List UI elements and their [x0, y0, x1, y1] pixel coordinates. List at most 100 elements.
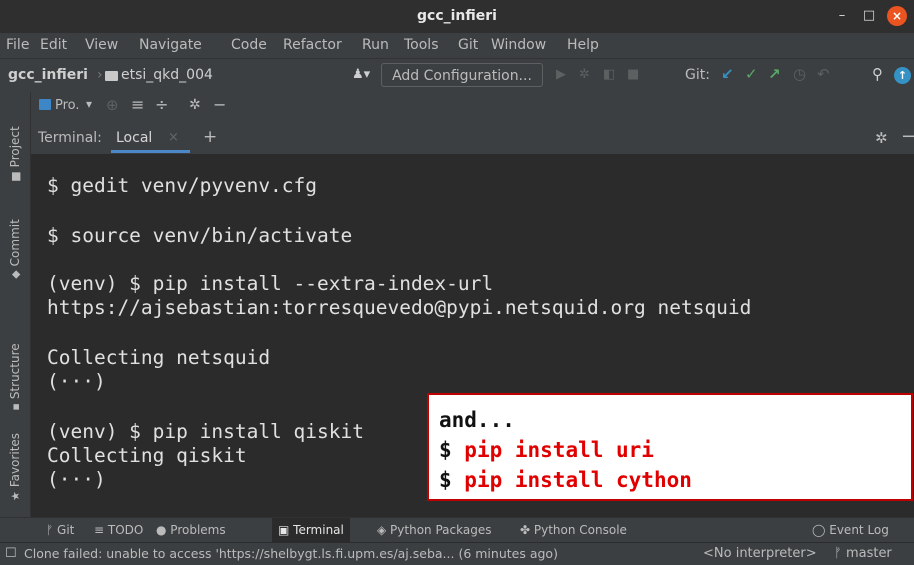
- git-push-icon[interactable]: ↗: [768, 65, 781, 83]
- minimize-button[interactable]: –: [832, 6, 852, 26]
- terminal-line: Collecting qiskit: [47, 444, 247, 467]
- coverage-icon[interactable]: ◧: [603, 67, 615, 82]
- chevron-down-icon[interactable]: ▾: [86, 97, 92, 111]
- close-button[interactable]: ×: [887, 6, 907, 26]
- left-tool-strip: ■ Project ◆ Commit ▪ Structure ★ Favorites: [0, 92, 31, 517]
- callout-line-3: $ pip install cython: [439, 468, 692, 492]
- tool-event-log-label: Event Log: [829, 523, 889, 537]
- tab-local[interactable]: Local: [116, 130, 152, 146]
- close-tab-icon[interactable]: ×: [168, 130, 179, 145]
- tool-todo[interactable]: ≡ TODO: [94, 523, 143, 537]
- commit-icon: ◆: [9, 270, 22, 279]
- breadcrumb-separator-icon: ›: [97, 67, 103, 83]
- tool-git-label: Git: [57, 523, 75, 537]
- side-tab-favorites[interactable]: ★ Favorites: [8, 433, 22, 501]
- menu-git[interactable]: Git: [458, 33, 478, 58]
- project-toolbar: Pro. ▾ ⊕ ≡ ÷ ✲ −: [31, 92, 914, 122]
- branch-widget[interactable]: ᚠ master: [834, 546, 892, 561]
- git-history-icon[interactable]: ◷: [793, 65, 806, 83]
- terminal-line: $ source venv/bin/activate: [47, 224, 353, 247]
- collapse-all-icon[interactable]: ≡: [131, 95, 144, 114]
- side-tab-commit[interactable]: ◆ Commit: [8, 219, 22, 279]
- maximize-button[interactable]: □: [859, 6, 879, 26]
- terminal-line: (venv) $ pip install qiskit: [47, 420, 364, 443]
- search-icon[interactable]: ⚲: [872, 65, 883, 83]
- menu-refactor[interactable]: Refactor: [283, 33, 342, 58]
- callout-command-uri: pip install uri: [464, 438, 654, 462]
- terminal-line: (···): [47, 370, 106, 393]
- menu-run[interactable]: Run: [362, 33, 389, 58]
- tool-python-packages-label: Python Packages: [390, 523, 492, 537]
- callout-prompt: $: [439, 438, 465, 462]
- gear-icon[interactable]: ✲: [189, 97, 201, 113]
- git-commit-icon[interactable]: ✓: [745, 65, 758, 83]
- menu-edit[interactable]: Edit: [40, 33, 67, 58]
- python-icon: ✤: [520, 523, 534, 537]
- breadcrumb-project[interactable]: gcc_infieri: [8, 67, 88, 83]
- git-update-icon[interactable]: ↙: [721, 65, 734, 83]
- stop-icon[interactable]: ■: [627, 67, 639, 82]
- menu-view[interactable]: View: [85, 33, 118, 58]
- status-bar: ☐ Clone failed: unable to access 'https:…: [0, 542, 914, 565]
- add-configuration-button[interactable]: Add Configuration...: [381, 63, 543, 87]
- side-tab-structure-label: Structure: [8, 343, 22, 400]
- update-icon[interactable]: ↑: [894, 67, 911, 84]
- new-tab-icon[interactable]: +: [203, 127, 217, 147]
- window-title: gcc_infieri: [417, 8, 497, 24]
- menu-window[interactable]: Window: [491, 33, 546, 58]
- project-view-selector[interactable]: Pro.: [55, 98, 80, 113]
- interpreter-selector[interactable]: <No interpreter>: [703, 546, 817, 561]
- terminal-line: $ gedit venv/pyvenv.cfg: [47, 174, 318, 197]
- layers-icon: ◈: [377, 523, 391, 537]
- terminal-line: https://ajsebastian:torresquevedo@pypi.n…: [47, 296, 752, 319]
- menu-bar: File Edit View Navigate Code Refactor Ru…: [0, 33, 914, 58]
- status-message[interactable]: Clone failed: unable to access 'https://…: [24, 546, 558, 561]
- event-log-icon: ◯: [812, 523, 830, 537]
- tool-python-console-label: Python Console: [533, 523, 627, 537]
- callout-prompt: $: [439, 468, 465, 492]
- expand-all-icon[interactable]: ÷: [155, 95, 168, 114]
- terminal-line: (···): [47, 468, 106, 491]
- terminal-gear-icon[interactable]: ✲: [875, 129, 888, 147]
- annotation-callout: and... $ pip install uri $ pip install c…: [427, 393, 913, 501]
- terminal-icon: ▣: [278, 523, 294, 537]
- problems-icon: ●: [156, 523, 171, 537]
- title-bar: gcc_infieri – □ ×: [0, 0, 914, 33]
- menu-file[interactable]: File: [6, 33, 29, 58]
- callout-line-1: and...: [439, 408, 515, 432]
- menu-help[interactable]: Help: [567, 33, 599, 58]
- hide-icon[interactable]: −: [213, 95, 226, 114]
- git-branch-icon: ᚠ: [46, 523, 58, 537]
- tool-terminal[interactable]: ▣ Terminal: [272, 518, 350, 543]
- callout-line-2: $ pip install uri: [439, 438, 654, 462]
- git-label: Git:: [685, 67, 710, 83]
- tool-python-console[interactable]: ✤ Python Console: [520, 523, 627, 537]
- run-icon[interactable]: ▶: [556, 67, 566, 82]
- user-icon[interactable]: ♟▾: [352, 67, 370, 82]
- menu-code[interactable]: Code: [231, 33, 267, 58]
- callout-command-cython: pip install cython: [464, 468, 692, 492]
- terminal-hide-icon[interactable]: −: [901, 126, 914, 147]
- tool-git[interactable]: ᚠ Git: [46, 523, 74, 537]
- tool-python-packages[interactable]: ◈ Python Packages: [377, 523, 491, 537]
- terminal-label: Terminal:: [38, 130, 102, 146]
- side-tab-structure[interactable]: ▪ Structure: [8, 343, 22, 410]
- side-tab-favorites-label: Favorites: [8, 432, 22, 488]
- tool-problems[interactable]: ● Problems: [156, 523, 226, 537]
- breadcrumb-folder[interactable]: etsi_qkd_004: [121, 67, 213, 83]
- tool-event-log[interactable]: ◯ Event Log: [812, 523, 889, 537]
- menu-navigate[interactable]: Navigate: [139, 33, 202, 58]
- git-rollback-icon[interactable]: ↶: [817, 65, 830, 83]
- locate-icon[interactable]: ⊕: [106, 96, 119, 114]
- status-toggle-icon[interactable]: ☐: [5, 546, 17, 561]
- side-tab-commit-label: Commit: [8, 219, 22, 267]
- active-tab-indicator: [111, 150, 190, 153]
- folder-icon: [105, 71, 118, 81]
- terminal-line: (venv) $ pip install --extra-index-url: [47, 272, 494, 295]
- debug-icon[interactable]: ✲: [579, 67, 590, 82]
- folder-tab-icon: ■: [9, 171, 22, 182]
- side-tab-project[interactable]: ■ Project: [8, 126, 22, 181]
- terminal-tab-bar: Terminal: Local × + ✲ −: [31, 121, 914, 154]
- menu-tools[interactable]: Tools: [404, 33, 439, 58]
- tool-problems-label: Problems: [170, 523, 226, 537]
